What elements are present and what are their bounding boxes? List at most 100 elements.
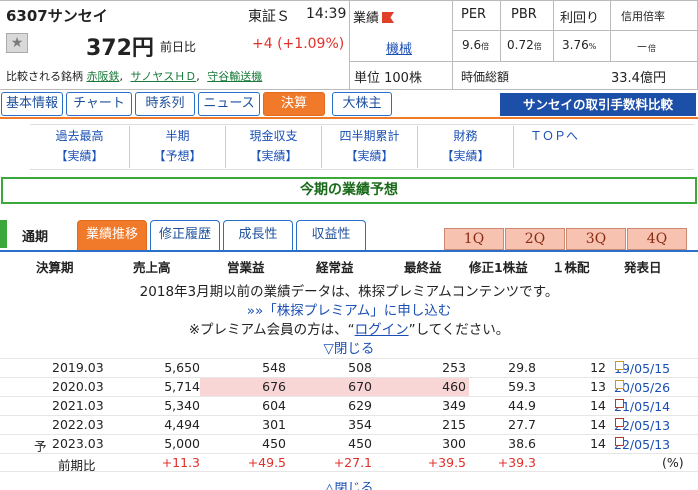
yoy-row: 前期比 +11.3 +49.5 +27.1 +39.5 +39.3 (%) — [0, 453, 698, 473]
tab-shareholders[interactable]: 大株主 — [332, 92, 392, 116]
tab-underline — [0, 117, 698, 119]
market-label: 東証Ｓ — [248, 9, 290, 25]
document-icon[interactable] — [615, 380, 624, 389]
net-cell: 300 — [442, 436, 466, 451]
quarter-1q[interactable]: 1Q — [444, 228, 504, 250]
ord-cell: 508 — [348, 360, 372, 375]
sales-cell: 5,714 — [164, 379, 200, 394]
yield-label: 利回り — [560, 11, 600, 26]
premium-note: 2018年3月期以前の業績データは、株探プレミアムコンテンツです。 — [139, 284, 559, 300]
pdf-icon[interactable] — [615, 437, 624, 446]
yoy-label: 前期比 — [58, 458, 96, 473]
yield-value: 3.76% — [562, 38, 597, 52]
unit-label: 単位 100株 — [354, 71, 422, 86]
pdf-icon[interactable] — [615, 399, 624, 408]
fee-comparison-button[interactable]: サンセイの取引手数料比較 — [500, 93, 696, 116]
tab-earnings[interactable]: 決算 — [263, 92, 325, 116]
date-link[interactable]: 19/05/15 — [614, 360, 670, 376]
mcap-label: 時価総額 — [461, 70, 510, 84]
eps-cell: 29.8 — [508, 360, 536, 375]
col-sales: 売上高 — [133, 260, 171, 275]
eps-cell: 27.7 — [508, 417, 536, 432]
login-link[interactable]: ログイン — [355, 322, 409, 338]
flag-icon — [382, 12, 395, 23]
quarter-4q[interactable]: 4Q — [627, 228, 687, 250]
change-value: +4 (+1.09%) — [252, 36, 345, 52]
per-value: 9.6倍 — [462, 38, 490, 52]
op-cell: 548 — [262, 360, 286, 375]
tab-news[interactable]: ニュース — [198, 92, 260, 116]
document-icon[interactable] — [615, 361, 624, 370]
subnav-cashflow[interactable]: 現金収支 【実績】 — [226, 126, 322, 168]
op-cell: 604 — [262, 398, 286, 413]
net-cell: 253 — [442, 360, 466, 375]
yoy-op: +49.5 — [247, 455, 286, 470]
subnav-half-year[interactable]: 半期 【予想】 — [130, 126, 226, 168]
subnav-top[interactable]: ＴＯＰへ — [514, 126, 594, 168]
bottom-close-toggle[interactable]: △閉じる — [0, 482, 698, 490]
period-cell: 2019.03 — [52, 360, 104, 375]
close-toggle[interactable]: ▽閉じる — [0, 337, 698, 357]
sector-link[interactable]: 機械 — [386, 38, 412, 57]
subnav-financials[interactable]: 財務 【実績】 — [418, 126, 514, 168]
eps-cell: 38.6 — [508, 436, 536, 451]
tab-growth[interactable]: 成長性 — [223, 220, 293, 250]
sales-cell: 5,650 — [164, 360, 200, 375]
section-green-marker — [0, 220, 7, 248]
ord-cell: 670 — [348, 379, 372, 394]
period-cell: 2022.03 — [52, 417, 104, 432]
eps-cell: 44.9 — [508, 398, 536, 413]
date-link[interactable]: 22/05/13 — [614, 436, 670, 452]
favorite-star-button[interactable]: ★ — [6, 33, 28, 53]
tab-profitability[interactable]: 収益性 — [296, 220, 366, 250]
col-eps: 修正1株益 — [469, 260, 528, 275]
sales-cell: 5,000 — [164, 436, 200, 451]
mcap-value: 33.4億円 — [611, 71, 666, 86]
peers-line: 比較される銘柄 赤阪鉄, サノヤスＨＤ, 守谷輸送機 — [6, 70, 263, 83]
col-period: 決算期 — [36, 260, 74, 275]
yoy-sales: +11.3 — [161, 455, 200, 470]
quarter-3q[interactable]: 3Q — [566, 228, 626, 250]
peer-link-2[interactable]: サノヤスＨＤ — [131, 70, 197, 83]
prev-label: 前日比 — [160, 40, 197, 54]
margin-label: 信用倍率 — [621, 10, 665, 23]
peer-link-1[interactable]: 赤阪鉄 — [87, 70, 120, 83]
section-label: 通期 — [22, 230, 49, 245]
sales-cell: 5,340 — [164, 398, 200, 413]
date-link[interactable]: 21/05/14 — [614, 398, 670, 414]
ord-cell: 354 — [348, 417, 372, 432]
premium-signup-link[interactable]: »»「株探プレミアム」に申し込む — [0, 299, 698, 319]
ord-cell: 450 — [348, 436, 372, 451]
date-link[interactable]: 22/05/13 — [614, 417, 670, 433]
margin-value: －倍 — [636, 40, 657, 54]
tab-performance-trend[interactable]: 業績推移 — [77, 220, 147, 250]
tab-timeseries[interactable]: 時系列 — [135, 92, 195, 116]
subnav-record-high[interactable]: 過去最高 【実績】 — [30, 126, 130, 168]
table-row: 2019.03 5,650 548 508 253 29.8 12 19/05/… — [0, 358, 698, 377]
tab-basic-info[interactable]: 基本情報 — [1, 92, 63, 116]
div-cell: 14 — [590, 436, 606, 451]
net-cell: 349 — [442, 398, 466, 413]
yoy-unit: (%) — [662, 455, 684, 470]
forecast-banner[interactable]: 今期の業績予想 — [1, 177, 697, 204]
table-row: 2021.03 5,340 604 629 349 44.9 14 21/05/… — [0, 396, 698, 415]
subnav-quarterly[interactable]: 四半期累計 【実績】 — [322, 126, 418, 168]
yoy-eps: +39.3 — [497, 455, 536, 470]
tab-revision-history[interactable]: 修正履歴 — [150, 220, 220, 250]
tab-chart[interactable]: チャート — [66, 92, 132, 116]
yoy-ord: +27.1 — [333, 455, 372, 470]
compare-label: 比較される銘柄 — [6, 70, 83, 83]
ord-cell: 629 — [348, 398, 372, 413]
div-cell: 14 — [590, 398, 606, 413]
premium-login-note: ※プレミアム会員の方は、“ログイン”してください。 — [188, 322, 510, 338]
peer-link-3[interactable]: 守谷輸送機 — [207, 70, 262, 83]
pdf-icon[interactable] — [615, 418, 624, 427]
col-op: 営業益 — [227, 260, 265, 275]
net-cell: 460 — [442, 379, 466, 394]
op-cell: 450 — [262, 436, 286, 451]
period-cell: 2020.03 — [52, 379, 104, 394]
date-link[interactable]: 20/05/26 — [614, 379, 670, 395]
div-cell: 14 — [590, 417, 606, 432]
div-cell: 12 — [590, 360, 606, 375]
quarter-2q[interactable]: 2Q — [505, 228, 565, 250]
